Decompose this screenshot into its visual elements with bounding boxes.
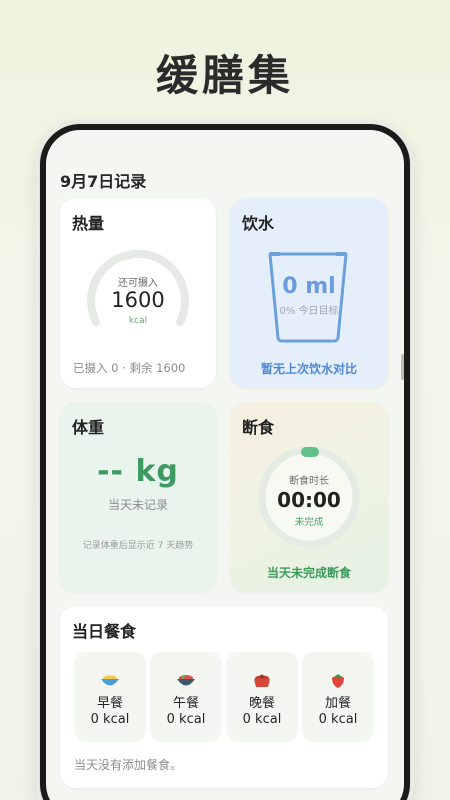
meal-kcal: 0 kcal xyxy=(166,712,206,727)
meal-kcal: 0 kcal xyxy=(90,712,130,727)
snack-strawberry-icon xyxy=(332,674,344,688)
calorie-gauge-subtitle: 还可摄入 xyxy=(118,278,158,289)
weight-card-title: 体重 xyxy=(72,418,105,437)
meal-list: 早餐 0 kcal 午餐 0 kcal 晚餐 0 kcal 加餐 0 kcal xyxy=(74,652,374,742)
meal-item-lunch[interactable]: 午餐 0 kcal xyxy=(150,652,222,742)
meal-name: 晚餐 xyxy=(248,696,275,711)
meals-card: 当日餐食 早餐 0 kcal 午餐 0 kcal 晚餐 0 kcal 加餐 0 … xyxy=(60,606,388,788)
app-screen: 9月7日记录 热量 还可摄入 1600 kcal 已摄入 0 · 剩余 1600… xyxy=(46,130,404,800)
meal-item-breakfast[interactable]: 早餐 0 kcal xyxy=(74,652,146,742)
weight-status: 当天未记录 xyxy=(107,498,168,512)
meal-name: 早餐 xyxy=(96,696,123,711)
date-header: 9月7日记录 xyxy=(60,172,147,191)
weight-trend-hint: 记录体重后显示近 7 天趋势 xyxy=(82,541,194,551)
fasting-progress-knob xyxy=(301,447,319,457)
fasting-card[interactable]: 断食 断食时长 00:00 未完成 当天未完成断食 xyxy=(230,402,388,592)
calorie-card-title: 热量 xyxy=(72,214,105,233)
calorie-summary: 已摄入 0 · 剩余 1600 xyxy=(73,361,186,375)
weight-card[interactable]: 体重 -- kg 当天未记录 记录体重后显示近 7 天趋势 xyxy=(60,402,216,592)
dinner-pot-icon xyxy=(254,674,270,687)
meals-empty-text: 当天没有添加餐食。 xyxy=(74,758,183,772)
meal-kcal: 0 kcal xyxy=(318,712,358,727)
meals-card-title: 当日餐食 xyxy=(72,622,137,641)
meal-name: 午餐 xyxy=(172,696,199,711)
water-goal-percent: 0% 今日目标 xyxy=(279,306,339,317)
water-value: 0 ml xyxy=(282,274,336,299)
fasting-state: 未完成 xyxy=(294,517,324,528)
meal-item-snack[interactable]: 加餐 0 kcal xyxy=(302,652,374,742)
calorie-card[interactable]: 热量 还可摄入 1600 kcal 已摄入 0 · 剩余 1600 xyxy=(60,198,216,388)
fasting-duration-label: 断食时长 xyxy=(289,476,329,487)
water-card[interactable]: 饮水 0 ml 0% 今日目标 暂无上次饮水对比 xyxy=(230,198,388,388)
calorie-remaining-value: 1600 xyxy=(111,288,165,312)
water-card-title: 饮水 xyxy=(242,214,275,233)
breakfast-bowl-icon xyxy=(101,675,119,686)
fasting-status: 当天未完成断食 xyxy=(266,566,351,580)
fasting-time: 00:00 xyxy=(277,488,341,512)
lunch-bowl-icon xyxy=(177,675,195,686)
meal-name: 加餐 xyxy=(324,696,351,711)
phone-frame: 9月7日记录 热量 还可摄入 1600 kcal 已摄入 0 · 剩余 1600… xyxy=(36,120,414,800)
calorie-unit: kcal xyxy=(128,316,148,326)
app-title: 缓膳集 xyxy=(155,51,294,100)
water-compare-text: 暂无上次饮水对比 xyxy=(260,362,357,376)
meal-item-dinner[interactable]: 晚餐 0 kcal xyxy=(226,652,298,742)
scrollbar[interactable] xyxy=(401,354,404,380)
meal-kcal: 0 kcal xyxy=(242,712,282,727)
fasting-card-title: 断食 xyxy=(242,418,275,437)
weight-value: -- kg xyxy=(97,454,179,489)
